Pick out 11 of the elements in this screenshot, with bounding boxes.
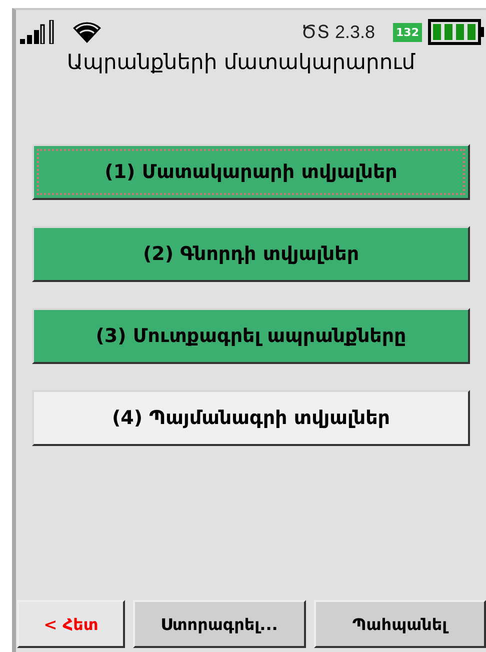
action-button[interactable]: Ստորագրել... xyxy=(133,600,306,648)
action-button[interactable]: Պահպանել xyxy=(314,600,486,648)
menu-button[interactable]: (1) Մատակարարի տվյալներ xyxy=(32,144,470,200)
screen-title: Ապրանքների մատակարարում xyxy=(66,50,416,74)
menu-button[interactable]: (3) Մուտքագրել ապրանքները xyxy=(32,308,470,364)
battery-icon xyxy=(428,19,486,45)
version-text: ԾՏ 2.3.8 xyxy=(300,21,376,43)
wifi-icon xyxy=(72,20,102,44)
menu-button[interactable]: (2) Գնորդի տվյալներ xyxy=(32,226,470,282)
count-badge: 132 xyxy=(393,22,422,42)
menu-button[interactable]: (4) Պայմանագրի տվյալներ xyxy=(32,390,470,446)
